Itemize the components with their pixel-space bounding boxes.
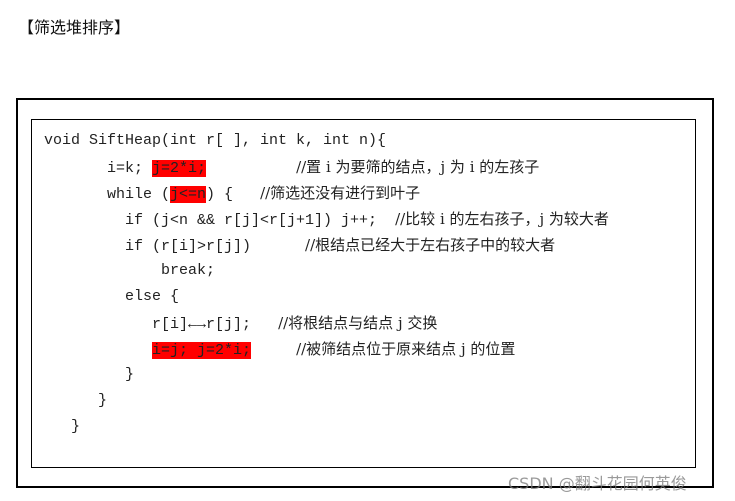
highlighted-code: j=2*i; bbox=[152, 160, 207, 177]
code-comment: //置 i 为要筛的结点，j 为 i 的左孩子 bbox=[296, 158, 540, 176]
code-text: if (j<n && r[j]<r[j+1]) j++; bbox=[125, 212, 396, 229]
section-heading: 【筛选堆排序】 bbox=[18, 18, 131, 37]
code-line: if (j<n && r[j]<r[j+1]) j++; //比较 i 的左右孩… bbox=[44, 206, 609, 232]
code-text: if (r[i]>r[j]) bbox=[125, 238, 306, 255]
code-line: } bbox=[44, 414, 609, 440]
code-comment: //被筛结点位于原来结点 j 的位置 bbox=[296, 340, 516, 358]
code-line: i=k; j=2*i; //置 i 为要筛的结点，j 为 i 的左孩子 bbox=[44, 154, 609, 180]
code-comment: //比较 i 的左右孩子，j 为较大者 bbox=[395, 210, 609, 228]
code-block: void SiftHeap(int r[ ], int k, int n){ i… bbox=[44, 128, 609, 440]
code-line: r[i]←→r[j]; //将根结点与结点 j 交换 bbox=[44, 310, 609, 336]
code-comment: //根结点已经大于左右孩子中的较大者 bbox=[305, 236, 556, 254]
watermark: CSDN @翻斗花园何英俊 bbox=[508, 474, 687, 493]
code-line: if (r[i]>r[j]) //根结点已经大于左右孩子中的较大者 bbox=[44, 232, 609, 258]
highlighted-code: i=j; j=2*i; bbox=[152, 342, 252, 359]
code-text: } bbox=[98, 392, 108, 409]
code-line: } bbox=[44, 362, 609, 388]
code-line: i=j; j=2*i; //被筛结点位于原来结点 j 的位置 bbox=[44, 336, 609, 362]
code-line: void SiftHeap(int r[ ], int k, int n){ bbox=[44, 128, 609, 154]
code-text: break; bbox=[161, 262, 216, 279]
code-text: r[i]←→r[j]; bbox=[152, 316, 279, 333]
code-comment: //将根结点与结点 j 交换 bbox=[278, 314, 438, 332]
code-text: while ( bbox=[107, 186, 171, 203]
code-text: else { bbox=[125, 288, 180, 305]
code-line: break; bbox=[44, 258, 609, 284]
code-line: else { bbox=[44, 284, 609, 310]
code-text: } bbox=[71, 418, 81, 435]
code-comment: //筛选还没有进行到叶子 bbox=[260, 184, 421, 202]
code-line: while (j<=n) { //筛选还没有进行到叶子 bbox=[44, 180, 609, 206]
code-text: } bbox=[125, 366, 135, 383]
code-text: i=k; bbox=[107, 160, 153, 177]
code-line: } bbox=[44, 388, 609, 414]
code-text: void SiftHeap(int r[ ], int k, int n){ bbox=[44, 132, 387, 149]
highlighted-code: j<=n bbox=[170, 186, 207, 203]
code-text: ) { bbox=[206, 186, 261, 203]
